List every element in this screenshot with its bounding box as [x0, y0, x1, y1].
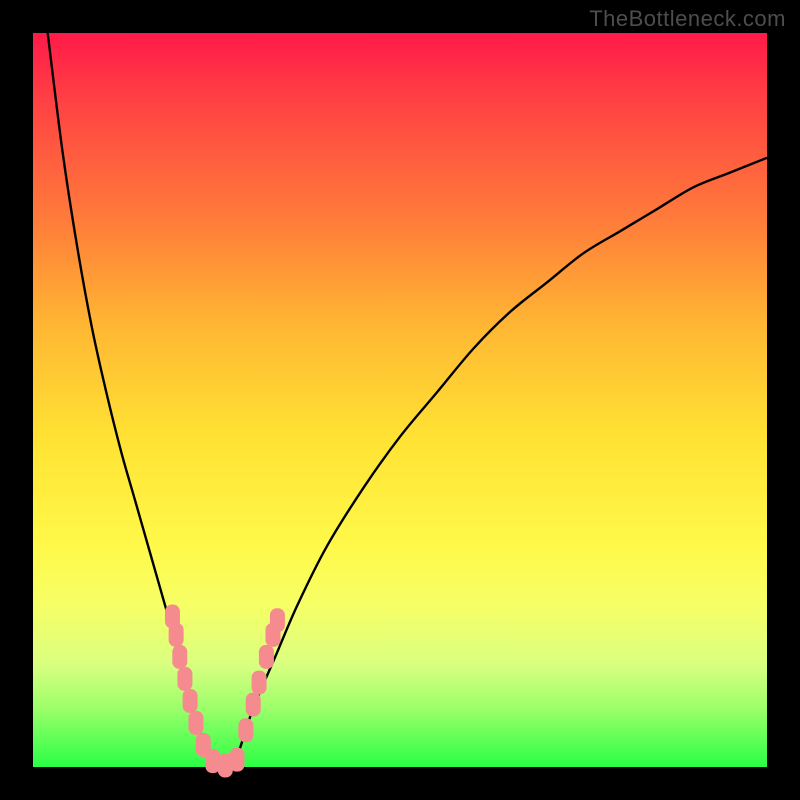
marker	[252, 671, 267, 695]
curve-left-branch	[48, 33, 217, 767]
curve-right-branch	[231, 158, 767, 767]
marker	[259, 645, 274, 669]
marker	[246, 693, 261, 717]
marker	[172, 645, 187, 669]
marker	[230, 748, 245, 772]
marker	[188, 711, 203, 735]
marker	[177, 667, 192, 691]
chart-stage: TheBottleneck.com	[0, 0, 800, 800]
curve-markers	[165, 605, 285, 778]
chart-svg	[33, 33, 767, 767]
watermark-text: TheBottleneck.com	[589, 6, 786, 32]
marker	[238, 718, 253, 742]
marker	[169, 623, 184, 647]
marker	[270, 608, 285, 632]
marker	[183, 689, 198, 713]
